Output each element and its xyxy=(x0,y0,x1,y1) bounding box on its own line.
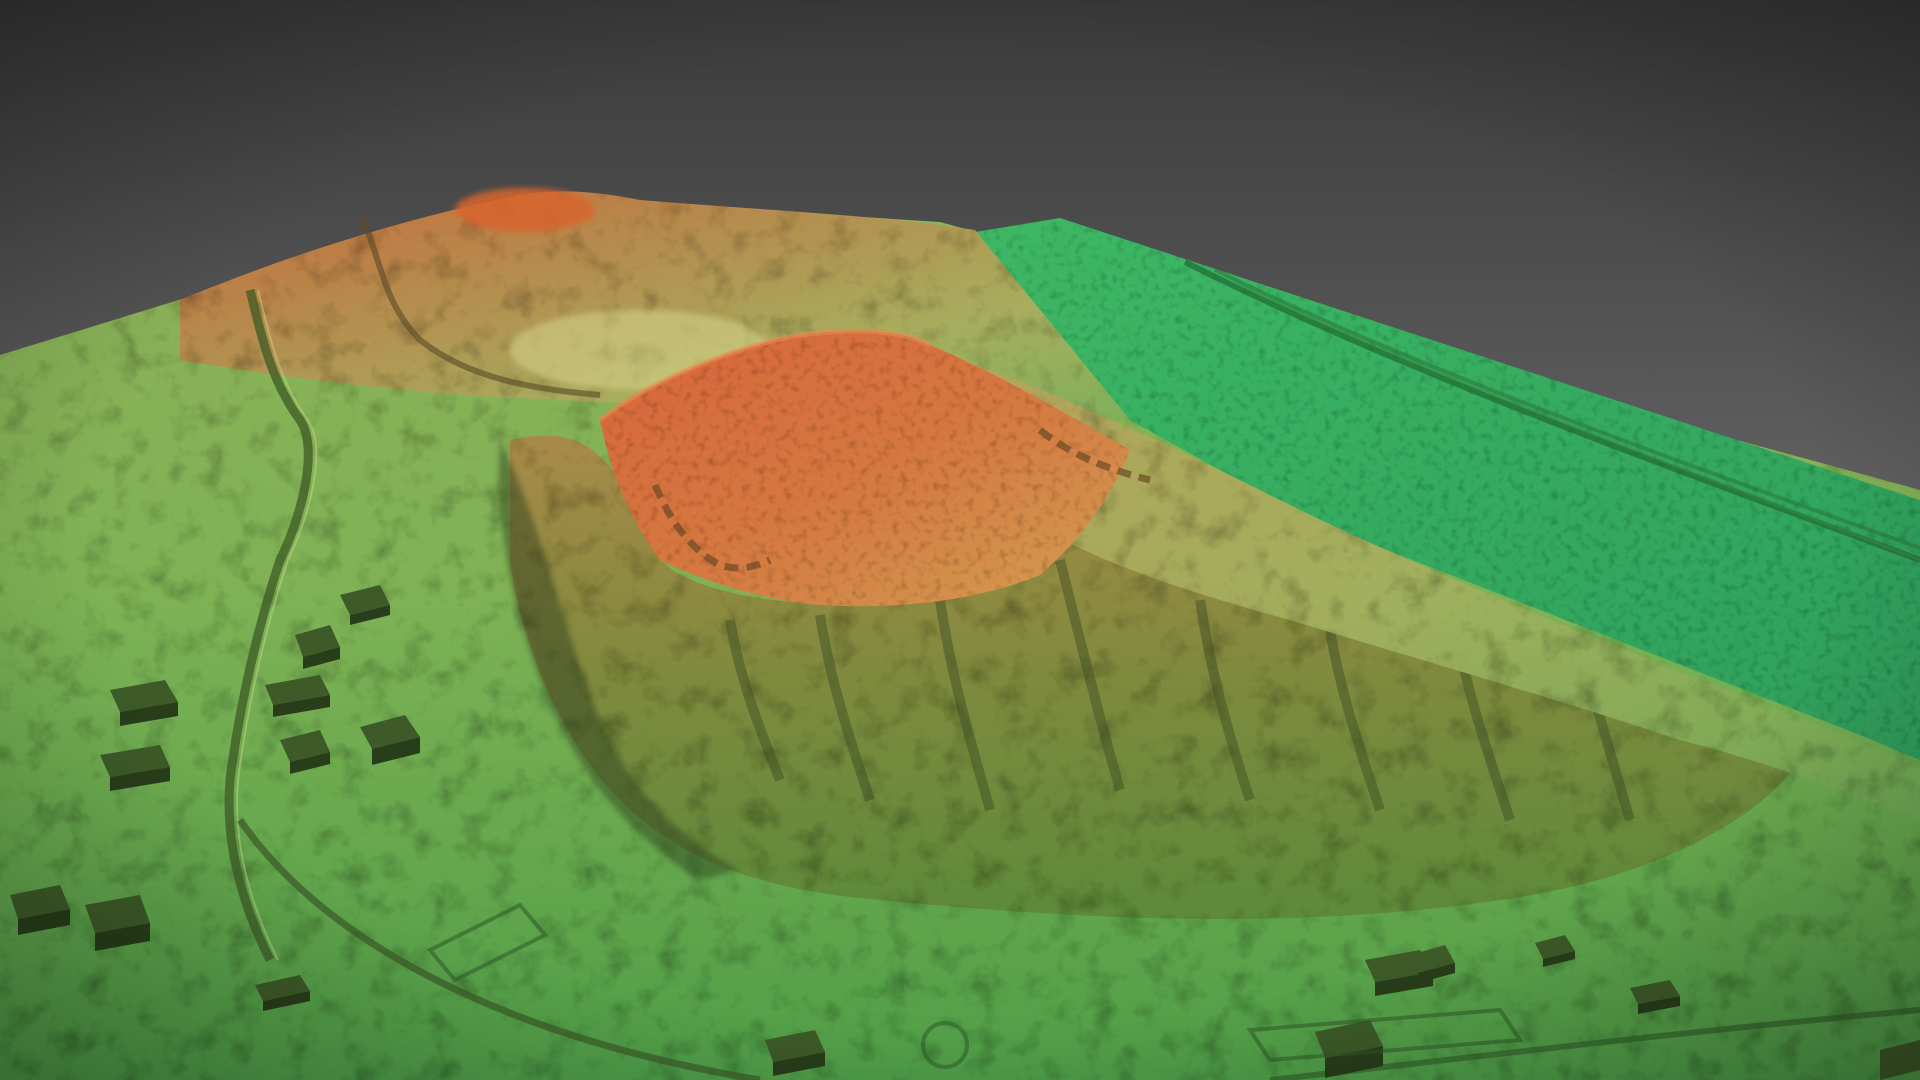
vignette-overlay xyxy=(0,0,1920,1080)
terrain-scene xyxy=(0,0,1920,1080)
